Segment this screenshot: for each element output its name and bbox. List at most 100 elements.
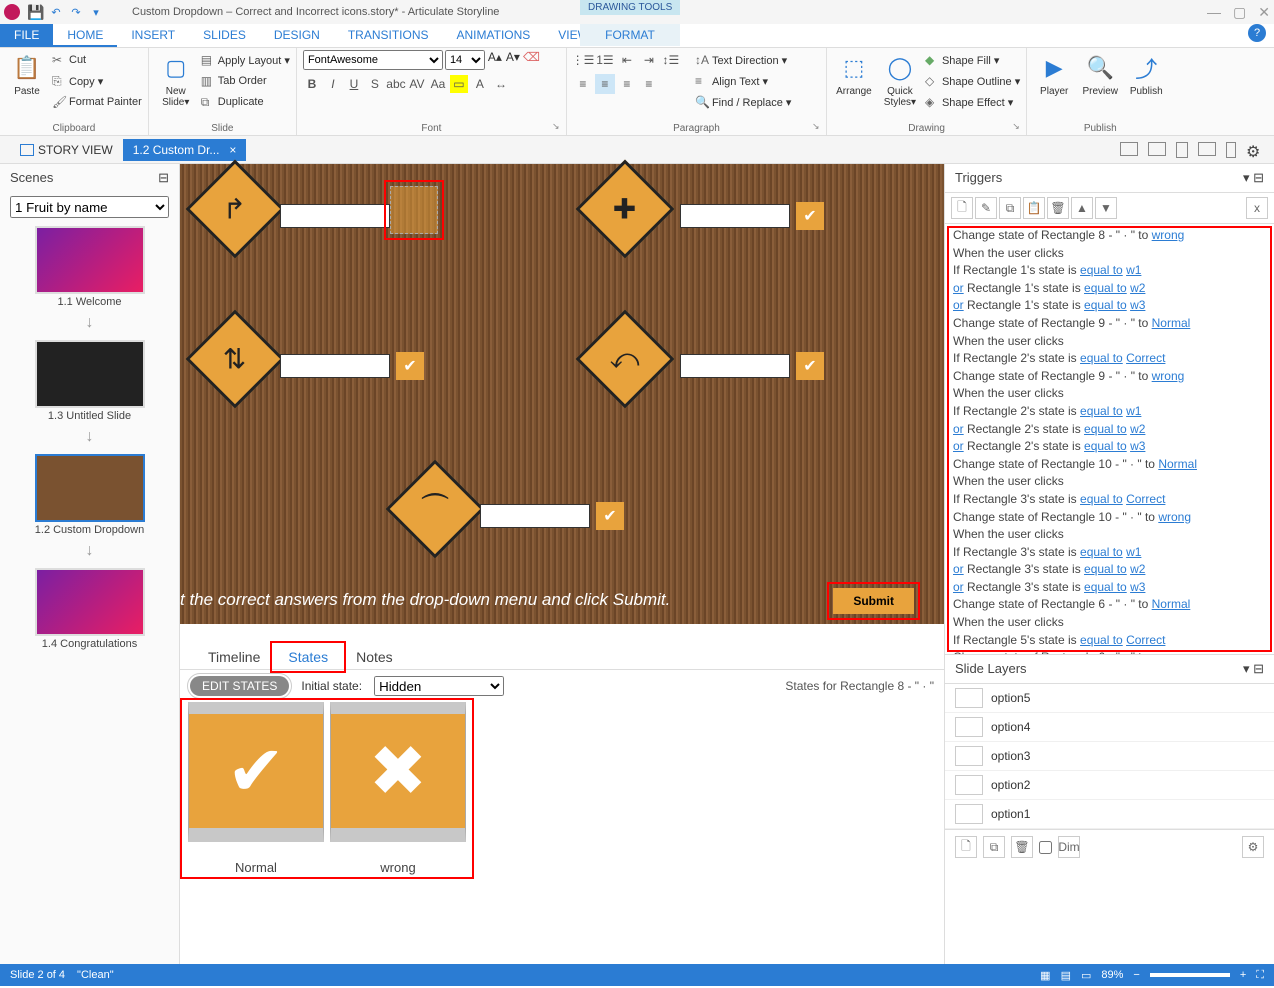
val-link[interactable]: w3: [1130, 580, 1145, 594]
trigger-when[interactable]: When the user clicks: [953, 386, 1266, 402]
tab-file[interactable]: FILE: [0, 24, 53, 47]
zoom-out-icon[interactable]: −: [1133, 969, 1139, 981]
justify-icon[interactable]: ≡: [639, 74, 659, 94]
align-center-icon[interactable]: ≡: [595, 74, 615, 94]
paste-button[interactable]: 📋Paste: [6, 50, 48, 121]
help-icon[interactable]: ?: [1248, 24, 1266, 42]
trigger-link[interactable]: wrong: [1158, 510, 1191, 524]
dropdown-2[interactable]: [680, 204, 790, 228]
tablet-icon[interactable]: [1176, 142, 1188, 158]
close-tab-icon[interactable]: ×: [229, 143, 236, 157]
op-link[interactable]: equal to: [1080, 492, 1123, 506]
quick-styles-button[interactable]: ◯Quick Styles▾: [879, 50, 921, 121]
shape-outline-button[interactable]: ◇Shape Outline ▾: [925, 71, 1020, 91]
underline-icon[interactable]: U: [345, 75, 363, 93]
story-view-tab[interactable]: STORY VIEW: [10, 139, 123, 161]
line-spacing-icon[interactable]: ↕☰: [661, 50, 681, 70]
para-dialog-launcher-icon[interactable]: ↘: [812, 121, 824, 133]
new-layer-icon[interactable]: 🗋: [955, 836, 977, 858]
variables-icon[interactable]: x: [1246, 197, 1268, 219]
triggers-collapse-icon[interactable]: ▾ ⊟: [1243, 170, 1264, 186]
dropdown-1[interactable]: [280, 204, 390, 228]
delete-trigger-icon[interactable]: 🗑: [1047, 197, 1069, 219]
tab-home[interactable]: HOME: [53, 24, 117, 47]
slide-canvas[interactable]: ↱ ✚ ✔ ⇅ ✔ ⤺ ✔ ⏜ ✔ t the correct answers …: [180, 164, 944, 624]
move-up-icon[interactable]: ▲: [1071, 197, 1093, 219]
trigger-condition[interactable]: or Rectangle 2's state is equal to w2: [953, 422, 1266, 438]
format-painter-button[interactable]: 🖌Format Painter: [52, 92, 142, 112]
text-direction-button[interactable]: ↕AText Direction ▾: [695, 50, 792, 70]
trigger-condition[interactable]: If Rectangle 3's state is equal to Corre…: [953, 492, 1266, 508]
duplicate-button[interactable]: ⧉Duplicate: [201, 92, 290, 112]
selected-checkmark-object[interactable]: [390, 186, 438, 234]
val-link[interactable]: w1: [1126, 545, 1141, 559]
tab-design[interactable]: DESIGN: [260, 24, 334, 47]
minimize-icon[interactable]: —: [1207, 4, 1221, 21]
op-link[interactable]: equal to: [1084, 580, 1127, 594]
strike-icon[interactable]: S: [366, 75, 384, 93]
tab-transitions[interactable]: TRANSITIONS: [334, 24, 443, 47]
layer-row[interactable]: option4: [945, 713, 1274, 742]
publish-button[interactable]: ⤴Publish: [1125, 50, 1167, 121]
dropdown-5[interactable]: [480, 504, 590, 528]
or-link[interactable]: or: [953, 439, 964, 453]
val-link[interactable]: w1: [1126, 263, 1141, 277]
font-dialog-launcher-icon[interactable]: ↘: [552, 121, 564, 133]
checkmark-4[interactable]: ✔: [796, 352, 824, 380]
op-link[interactable]: equal to: [1084, 298, 1127, 312]
numbering-icon[interactable]: 1☰: [595, 50, 615, 70]
close-icon[interactable]: ✕: [1258, 4, 1270, 21]
maximize-icon[interactable]: ▢: [1233, 4, 1246, 21]
trigger-condition[interactable]: If Rectangle 1's state is equal to w1: [953, 263, 1266, 279]
bullets-icon[interactable]: ⋮☰: [573, 50, 593, 70]
dropdown-4[interactable]: [680, 354, 790, 378]
or-link[interactable]: or: [953, 298, 964, 312]
preview-button[interactable]: 🔍Preview: [1079, 50, 1121, 121]
op-link[interactable]: equal to: [1084, 422, 1127, 436]
op-link[interactable]: equal to: [1084, 562, 1127, 576]
zoom-in-icon[interactable]: +: [1240, 969, 1246, 981]
checkmark-5[interactable]: ✔: [596, 502, 624, 530]
op-link[interactable]: equal to: [1080, 545, 1123, 559]
trigger-when[interactable]: When the user clicks: [953, 527, 1266, 543]
dropdown-3[interactable]: [280, 354, 390, 378]
trigger-action[interactable]: Change state of Rectangle 6 - " · " to N…: [953, 597, 1266, 613]
op-link[interactable]: equal to: [1080, 263, 1123, 277]
font-size-select[interactable]: 14: [445, 50, 485, 70]
or-link[interactable]: or: [953, 580, 964, 594]
gear-icon[interactable]: ⚙: [1246, 142, 1264, 156]
scene-thumb[interactable]: [35, 340, 145, 408]
phone-icon[interactable]: [1226, 142, 1236, 158]
tab-notes[interactable]: Notes: [342, 645, 407, 669]
tab-slides[interactable]: SLIDES: [189, 24, 260, 47]
submit-button[interactable]: Submit: [833, 588, 914, 614]
bold-icon[interactable]: B: [303, 75, 321, 93]
view-sorter-icon[interactable]: ▤: [1061, 969, 1071, 982]
edit-states-button[interactable]: EDIT STATES: [190, 676, 289, 696]
indent-inc-icon[interactable]: ⇥: [639, 50, 659, 70]
delete-layer-icon[interactable]: 🗑: [1011, 836, 1033, 858]
desktop-icon[interactable]: [1120, 142, 1138, 156]
trigger-condition[interactable]: If Rectangle 2's state is equal to w1: [953, 404, 1266, 420]
qat-customize-icon[interactable]: ▾: [88, 4, 104, 20]
align-text-button[interactable]: ≡Align Text ▾: [695, 71, 792, 91]
undo-icon[interactable]: ↶: [48, 4, 64, 20]
scene-thumb[interactable]: [35, 568, 145, 636]
layer-row[interactable]: option2: [945, 771, 1274, 800]
scene-thumb[interactable]: [35, 226, 145, 294]
grow-font-icon[interactable]: A▴: [487, 50, 503, 70]
find-replace-button[interactable]: 🔍Find / Replace ▾: [695, 92, 792, 112]
op-link[interactable]: equal to: [1084, 439, 1127, 453]
copy-trigger-icon[interactable]: ⧉: [999, 197, 1021, 219]
scenes-collapse-icon[interactable]: ⊟: [158, 170, 169, 186]
tab-animations[interactable]: ANIMATIONS: [443, 24, 545, 47]
val-link[interactable]: w3: [1130, 439, 1145, 453]
zoom-slider[interactable]: [1150, 973, 1230, 977]
italic-icon[interactable]: I: [324, 75, 342, 93]
op-link[interactable]: equal to: [1080, 351, 1123, 365]
trigger-when[interactable]: When the user clicks: [953, 246, 1266, 262]
font-name-select[interactable]: FontAwesome: [303, 50, 443, 70]
layer-settings-icon[interactable]: ⚙: [1242, 836, 1264, 858]
case-icon[interactable]: Aa: [429, 75, 447, 93]
trigger-condition[interactable]: If Rectangle 2's state is equal to Corre…: [953, 351, 1266, 367]
